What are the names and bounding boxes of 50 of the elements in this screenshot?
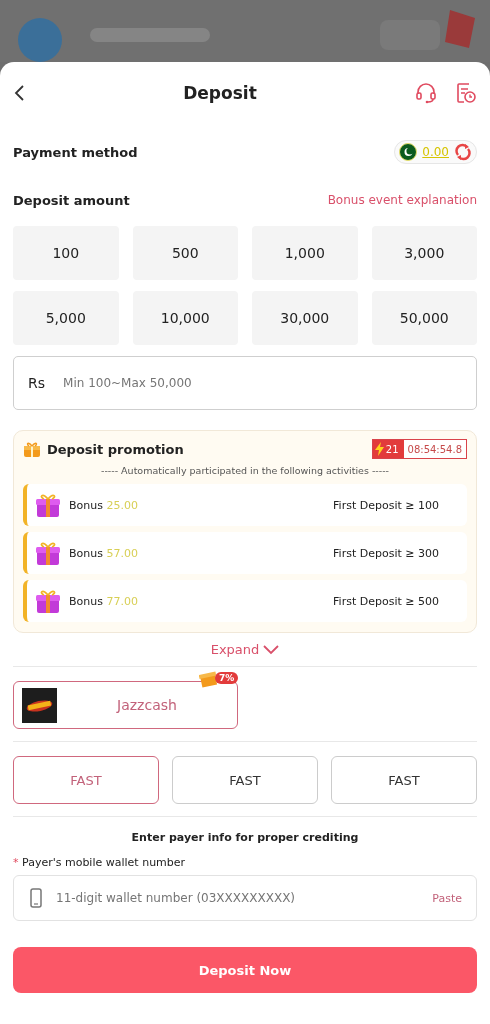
bonus-text: Bonus 77.00	[69, 594, 139, 608]
speed-option[interactable]: FAST	[172, 756, 318, 804]
expand-button[interactable]: Expand	[204, 641, 286, 658]
amount-option[interactable]: 100	[13, 226, 119, 280]
bonus-condition: First Deposit ≥ 300	[333, 546, 439, 560]
phone-icon	[30, 888, 42, 908]
bonus-text: Bonus 25.00	[69, 498, 139, 512]
history-icon[interactable]	[455, 82, 477, 104]
paste-button[interactable]: Paste	[432, 891, 462, 905]
amount-option[interactable]: 10,000	[132, 291, 238, 345]
field-label: Payer's mobile wallet number	[22, 856, 186, 869]
bonus-explanation-link[interactable]: Bonus event explanation	[327, 193, 477, 207]
speed-option[interactable]: FAST	[331, 756, 477, 804]
countdown-timer: 21 08:54:54.8	[371, 439, 467, 459]
bonus-condition: First Deposit ≥ 500	[333, 594, 439, 608]
chevron-down-icon	[263, 644, 280, 655]
headset-icon[interactable]	[415, 82, 437, 104]
payer-heading: Enter payer info for proper crediting	[130, 831, 360, 844]
currency-prefix: Rs	[28, 375, 46, 391]
flag-icon	[399, 143, 418, 161]
wallet-logo-icon	[22, 687, 57, 723]
section-label: Deposit amount	[13, 192, 130, 208]
lightning-icon	[374, 442, 384, 456]
amount-field[interactable]: Min 100~Max 50,000	[61, 375, 462, 391]
wallet-number-field[interactable]: 11-digit wallet number (03XXXXXXXXX)	[54, 890, 421, 906]
section-label: Payment method	[13, 144, 138, 160]
amount-option[interactable]: 50,000	[371, 291, 477, 345]
balance-amount: 0.00	[422, 145, 449, 159]
page-title: Deposit	[183, 83, 257, 103]
speed-option[interactable]: FAST	[13, 756, 159, 804]
refresh-icon[interactable]	[454, 143, 472, 161]
bonus-condition: First Deposit ≥ 100	[333, 498, 439, 512]
bonus-badge: 7%	[199, 668, 239, 688]
amount-option[interactable]: 5,000	[13, 291, 119, 345]
amount-input-box[interactable]: Rs Min 100~Max 50,000	[13, 356, 477, 410]
promotion-title: Deposit promotion	[47, 441, 184, 457]
bonus-text: Bonus 57.00	[69, 546, 139, 560]
amount-option[interactable]: 1,000	[252, 226, 358, 280]
amount-option[interactable]: 500	[132, 226, 238, 280]
wallet-input-box[interactable]: 11-digit wallet number (03XXXXXXXXX) Paste	[13, 875, 477, 921]
promotion-subtitle: ----- Automatically participated in the following activities -----	[99, 465, 391, 476]
payment-channel[interactable]: Jazzcash	[13, 681, 238, 729]
back-button[interactable]	[13, 84, 25, 102]
required-mark: *	[13, 856, 19, 869]
amount-option[interactable]: 30,000	[252, 291, 358, 345]
gift-icon	[35, 540, 61, 566]
gift-icon	[23, 440, 41, 458]
amount-option[interactable]: 3,000	[371, 226, 477, 280]
gift-icon	[35, 588, 61, 614]
gift-icon	[35, 492, 61, 518]
